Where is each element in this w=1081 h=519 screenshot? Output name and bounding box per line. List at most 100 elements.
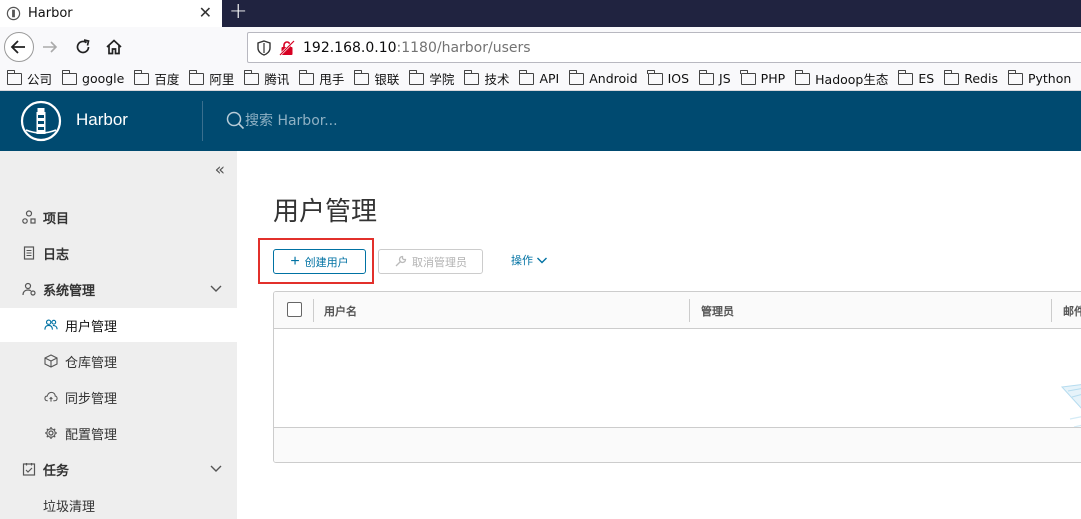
app-header: Harbor [0,91,1081,151]
datagrid-body [274,329,1081,428]
actions-dropdown[interactable]: 操作 [511,252,548,268]
brand-name[interactable]: Harbor [76,110,128,130]
bookmark-label: google [82,71,125,86]
bookmark-label: 技术 [484,72,510,87]
bookmark-folder[interactable]: 腾讯 [243,69,289,88]
column-header-admin[interactable]: 管理员 [701,303,734,319]
sidebar-item-registries[interactable]: 仓库管理 [0,344,237,378]
bookmark-folder[interactable]: 公司 [6,69,53,88]
sidebar-item-label: 垃圾清理 [43,499,96,515]
folder-icon [6,69,22,85]
bookmark-folder[interactable]: 学院 [409,69,454,88]
insecure-lock-icon[interactable] [279,39,295,56]
bookmark-label: API [539,71,560,86]
admin-icon [22,282,36,296]
bookmark-label: 学院 [429,72,455,87]
settings-icon [44,426,58,440]
create-user-label: 创建用户 [304,256,349,269]
column-header-username[interactable]: 用户名 [324,303,357,319]
shield-icon[interactable] [257,39,271,56]
sidebar-item-users[interactable]: 用户管理 [0,308,237,342]
sidebar-item-label: 任务 [43,463,70,479]
harbor-logo-icon[interactable] [20,100,62,142]
bookmark-label: PHP [760,71,786,86]
bookmark-folder[interactable]: ES [897,69,935,86]
sidebar-item-label: 日志 [43,247,70,263]
folder-icon [647,69,663,85]
sidebar-item-label: 项目 [43,211,70,227]
forward-icon[interactable] [40,37,60,57]
sidebar-item-replications[interactable]: 同步管理 [0,380,237,414]
sidebar-item-tasks[interactable]: 任务 [0,452,237,486]
back-button[interactable] [4,32,34,62]
folder-icon [943,69,960,85]
bookmark-label: Python [1027,71,1072,86]
bookmark-folder[interactable]: Redis [943,69,998,86]
sidebar-item-administration[interactable]: 系统管理 [0,272,237,306]
folder-icon [794,69,811,85]
bookmark-label: ES [918,71,935,86]
bookmark-folder[interactable]: PHP [740,69,786,86]
collapse-sidebar-icon[interactable]: « [215,160,225,180]
bookmark-folder[interactable]: 甩手 [298,69,344,88]
home-icon[interactable] [104,37,124,57]
browser-tab-bar: Harbor ✕ + [0,0,1081,27]
users-icon [44,318,58,332]
bookmark-folder[interactable]: Python [1007,69,1072,86]
sidebar-item-label: 同步管理 [65,391,118,407]
revoke-admin-button[interactable]: 取消管理员 [378,249,483,274]
arrow-left-icon [10,40,25,54]
registry-icon [44,354,58,368]
revoke-admin-label: 取消管理员 [412,256,467,269]
sidebar-item-projects[interactable]: 项目 [0,200,237,234]
bookmark-folder[interactable]: JS [698,69,731,86]
close-tab-icon[interactable]: ✕ [199,4,212,22]
datagrid-header: 用户名 管理员 邮件 [274,292,1081,329]
datagrid-footer [274,427,1081,462]
bookmark-folder[interactable]: 百度 [133,69,179,88]
folder-icon [698,69,715,85]
folder-icon [519,69,535,85]
folder-icon [188,69,205,85]
create-user-button[interactable]: + 创建用户 [273,249,366,274]
bookmark-label: IOS [667,71,690,86]
chevron-down-icon [537,257,547,264]
bookmark-folder[interactable]: API [519,69,560,86]
folder-icon [897,69,914,85]
bookmark-folder[interactable]: 阿里 [188,69,235,88]
sidebar-item-configuration[interactable]: 配置管理 [0,416,237,450]
log-icon [22,246,36,260]
wrench-icon [395,255,407,267]
bookmark-folder[interactable]: IOS [647,69,690,86]
sidebar-item-label: 配置管理 [65,427,118,443]
column-header-email[interactable]: 邮件 [1063,303,1081,319]
bookmark-folder[interactable]: Android [568,69,638,86]
folder-icon [568,69,585,85]
browser-tab[interactable]: Harbor ✕ [0,0,222,27]
folder-icon [1007,69,1023,85]
folder-icon [464,69,480,85]
global-search-input[interactable] [245,111,445,131]
column-separator [1051,299,1052,322]
search-icon [226,111,245,130]
bookmark-folder[interactable]: Hadoop生态 [794,69,889,88]
bookmark-label: Hadoop生态 [815,72,889,87]
sidebar-item-garbage-collection[interactable]: 垃圾清理 [0,488,237,519]
new-tab-button[interactable]: + [229,1,247,23]
tab-title: Harbor [28,6,73,21]
bookmark-label: 公司 [27,72,53,87]
bookmark-folder[interactable]: 银联 [354,69,399,88]
folder-icon [133,69,150,85]
sidebar-item-label: 系统管理 [43,283,96,299]
chevron-down-icon [210,285,222,292]
bookmark-label: 阿里 [209,72,235,87]
reload-icon[interactable] [73,37,93,57]
bookmark-folder[interactable]: 技术 [464,69,509,88]
url-bar[interactable]: 192.168.0.10:1180/harbor/users [247,32,1081,63]
bookmark-folder[interactable]: google [61,69,125,86]
folder-icon [354,69,370,85]
sidebar: « 项目 日志 系统管理 用户管理 仓库管理 同步管理 配置管理 任务 垃圾清理 [0,151,237,519]
folder-icon [243,69,260,85]
select-all-checkbox[interactable] [287,302,302,317]
sidebar-item-logs[interactable]: 日志 [0,236,237,270]
